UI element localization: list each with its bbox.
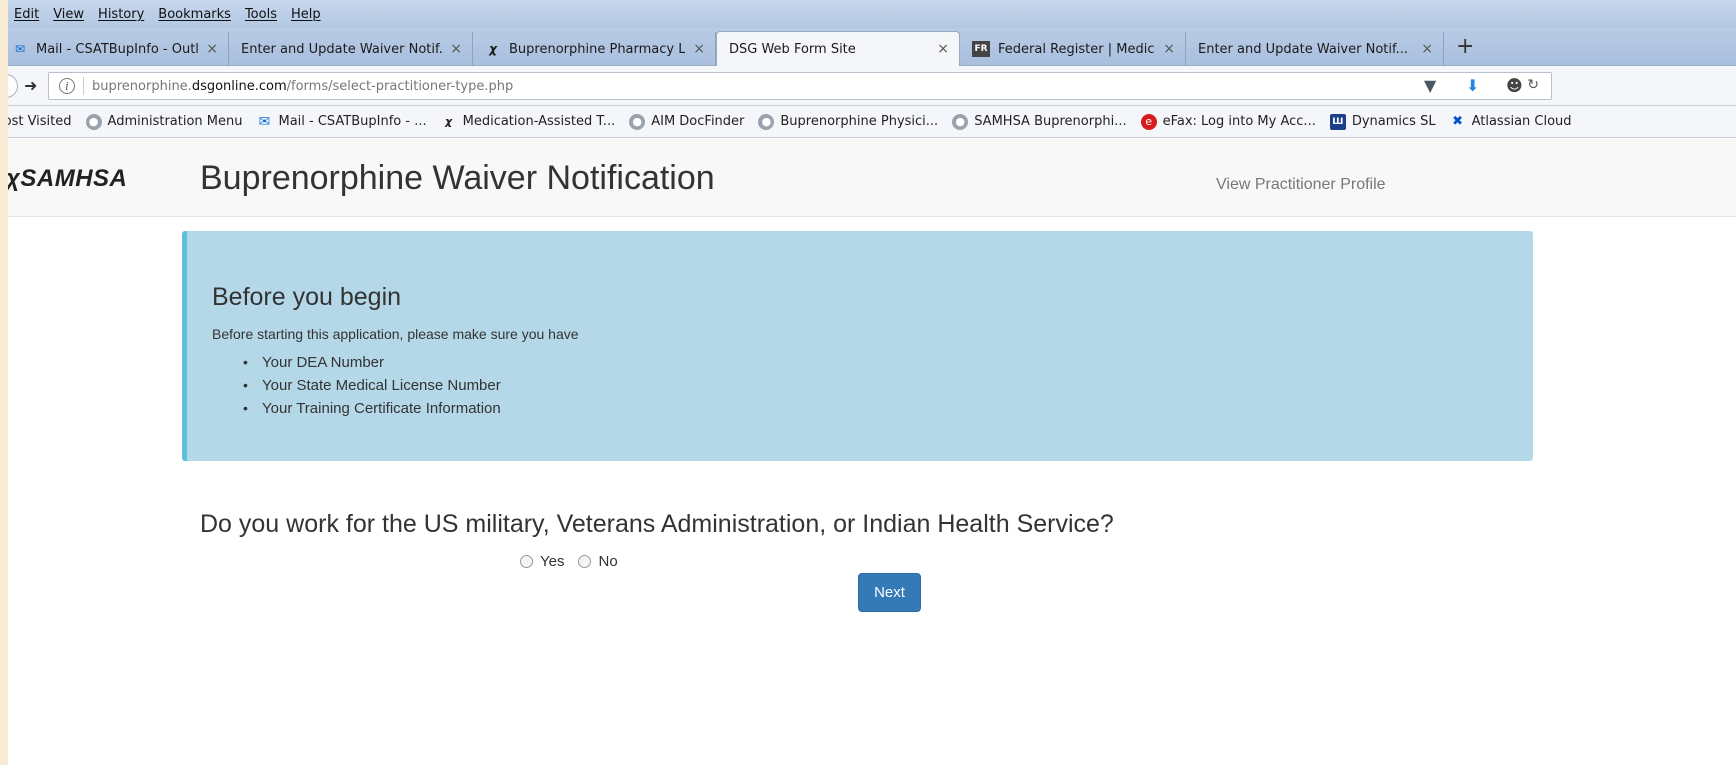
- close-icon[interactable]: ×: [450, 41, 462, 57]
- tab-waiver-1[interactable]: Enter and Update Waiver Notif... ×: [229, 32, 473, 66]
- samhsa-figure-icon: χ: [489, 42, 497, 56]
- radio-yes-label[interactable]: Yes: [540, 553, 564, 570]
- tab-strip: ✉ Mail - CSATBupInfo - Outl... × Enter a…: [0, 28, 1736, 66]
- globe-icon: ●: [758, 113, 775, 130]
- tab-label: DSG Web Form Site: [729, 41, 856, 57]
- bookmark-label: Atlassian Cloud: [1471, 114, 1572, 129]
- window-left-edge: [0, 0, 8, 765]
- radio-no[interactable]: [578, 555, 592, 568]
- close-icon[interactable]: ×: [937, 41, 949, 57]
- url-path: /forms/select-practitioner-type.php: [286, 78, 514, 94]
- requirement-dea-number: Your DEA Number: [235, 351, 501, 374]
- radio-no-label[interactable]: No: [598, 553, 617, 570]
- bookmarks-bar: lost Visited ● Administration Menu ✉ Mai…: [0, 106, 1736, 138]
- efax-icon: e: [1140, 113, 1157, 130]
- forward-icon[interactable]: ➜: [24, 76, 37, 95]
- callout-title: Before you begin: [212, 283, 402, 311]
- bookmark-label: AIM DocFinder: [651, 114, 745, 129]
- menu-tools[interactable]: Tools: [245, 7, 277, 22]
- samhsa-figure-icon: χ: [445, 115, 453, 128]
- tab-waiver-2[interactable]: Enter and Update Waiver Notif... ×: [1186, 32, 1444, 66]
- bookmark-medication-assisted[interactable]: χ Medication-Assisted T...: [441, 114, 616, 130]
- download-icon[interactable]: ⬇: [1466, 76, 1479, 95]
- url-prefix: buprenorphine.: [92, 78, 192, 94]
- logo-figure-icon: χ: [6, 165, 21, 192]
- bookmark-dynamics-sl[interactable]: Ш Dynamics SL: [1329, 113, 1436, 130]
- url-domain: dsgonline.com: [191, 78, 287, 94]
- navigation-bar: ➜ i buprenorphine. dsgonline.com/forms/se…: [0, 66, 1736, 106]
- browser-window: Edit View History Bookmarks Tools Help ✉…: [0, 0, 1736, 765]
- smiley-icon[interactable]: ☻: [1506, 76, 1523, 95]
- globe-icon: ●: [85, 113, 102, 130]
- menu-view[interactable]: View: [53, 7, 84, 22]
- next-button[interactable]: Next: [858, 573, 921, 612]
- menu-edit[interactable]: Edit: [14, 7, 39, 22]
- menu-bar: Edit View History Bookmarks Tools Help: [0, 0, 1736, 28]
- tab-federal-register[interactable]: FR Federal Register | Medicati... ×: [960, 32, 1186, 66]
- tab-label: Enter and Update Waiver Notif...: [1198, 41, 1409, 57]
- view-practitioner-profile-link[interactable]: View Practitioner Profile: [1216, 176, 1386, 194]
- atlassian-icon: ✖: [1452, 114, 1464, 129]
- before-you-begin-callout: Before you begin Before starting this ap…: [182, 231, 1533, 461]
- requirements-list: Your DEA Number Your State Medical Licen…: [235, 351, 501, 420]
- bookmark-efax[interactable]: e eFax: Log into My Acc...: [1140, 113, 1316, 130]
- requirement-state-license: Your State Medical License Number: [235, 374, 501, 397]
- requirement-training-certificate: Your Training Certificate Information: [235, 397, 501, 420]
- bookmark-label: Administration Menu: [107, 114, 243, 129]
- bookmark-mail[interactable]: ✉ Mail - CSATBupInfo - ...: [256, 113, 427, 130]
- url-separator: [83, 77, 84, 95]
- bookmark-atlassian-cloud[interactable]: ✖ Atlassian Cloud: [1450, 114, 1572, 130]
- fr-icon: FR: [972, 41, 990, 57]
- bookmark-label: SAMHSA Buprenorphi...: [974, 114, 1127, 129]
- callout-intro: Before starting this application, please…: [212, 326, 579, 342]
- new-tab-button[interactable]: +: [1456, 36, 1474, 58]
- bookmark-label: eFax: Log into My Acc...: [1162, 114, 1316, 129]
- pocket-icon[interactable]: ▼: [1424, 76, 1436, 95]
- bookmark-buprenorphine-physici[interactable]: ● Buprenorphine Physici...: [758, 113, 939, 130]
- tab-dsg-web-form[interactable]: DSG Web Form Site ×: [716, 31, 960, 66]
- bookmark-aim-docfinder[interactable]: ● AIM DocFinder: [629, 113, 745, 130]
- tab-pharmacy[interactable]: χ Buprenorphine Pharmacy L... ×: [473, 32, 716, 66]
- dynamics-icon: Ш: [1329, 113, 1346, 130]
- close-icon[interactable]: ×: [693, 41, 705, 57]
- mail-icon: ✉: [258, 113, 271, 130]
- close-icon[interactable]: ×: [1163, 41, 1175, 57]
- close-icon[interactable]: ×: [1421, 41, 1433, 57]
- bookmark-label: Mail - CSATBupInfo - ...: [278, 114, 427, 129]
- military-radio-group: Yes No: [520, 553, 632, 570]
- bookmark-administration-menu[interactable]: ● Administration Menu: [85, 113, 243, 130]
- menu-bookmarks[interactable]: Bookmarks: [158, 7, 231, 22]
- bookmark-label: Dynamics SL: [1351, 114, 1436, 129]
- bookmark-samhsa-buprenorphi[interactable]: ● SAMHSA Buprenorphi...: [952, 113, 1127, 130]
- reload-icon[interactable]: ↻: [1527, 77, 1539, 93]
- menu-history[interactable]: History: [98, 7, 144, 22]
- tab-label: Federal Register | Medicati...: [998, 41, 1155, 57]
- mail-icon: ✉: [14, 42, 26, 56]
- radio-yes[interactable]: [520, 555, 533, 568]
- tab-mail[interactable]: ✉ Mail - CSATBupInfo - Outl... ×: [0, 32, 229, 66]
- globe-icon: ●: [952, 113, 969, 130]
- tab-label: Mail - CSATBupInfo - Outl...: [36, 41, 199, 57]
- address-bar[interactable]: i buprenorphine. dsgonline.com/forms/sele…: [48, 72, 1552, 100]
- bookmark-label: lost Visited: [0, 114, 72, 129]
- info-icon[interactable]: i: [59, 78, 75, 94]
- logo-text: SAMHSA: [20, 165, 128, 192]
- site-header: χSAMHSA Buprenorphine Waiver Notificatio…: [0, 139, 1736, 217]
- samhsa-logo[interactable]: χSAMHSA: [6, 165, 127, 193]
- bookmark-label: Medication-Assisted T...: [462, 114, 616, 129]
- menu-help[interactable]: Help: [291, 7, 321, 22]
- close-icon[interactable]: ×: [206, 41, 218, 57]
- bookmark-label: Buprenorphine Physici...: [780, 114, 939, 129]
- bookmark-most-visited[interactable]: lost Visited: [0, 114, 72, 129]
- military-question: Do you work for the US military, Veteran…: [200, 510, 1114, 538]
- tab-label: Enter and Update Waiver Notif...: [241, 41, 443, 57]
- site-title[interactable]: Buprenorphine Waiver Notification: [200, 159, 715, 198]
- globe-icon: ●: [629, 113, 646, 130]
- page-content: χSAMHSA Buprenorphine Waiver Notificatio…: [0, 139, 1736, 765]
- tab-label: Buprenorphine Pharmacy L...: [509, 41, 686, 57]
